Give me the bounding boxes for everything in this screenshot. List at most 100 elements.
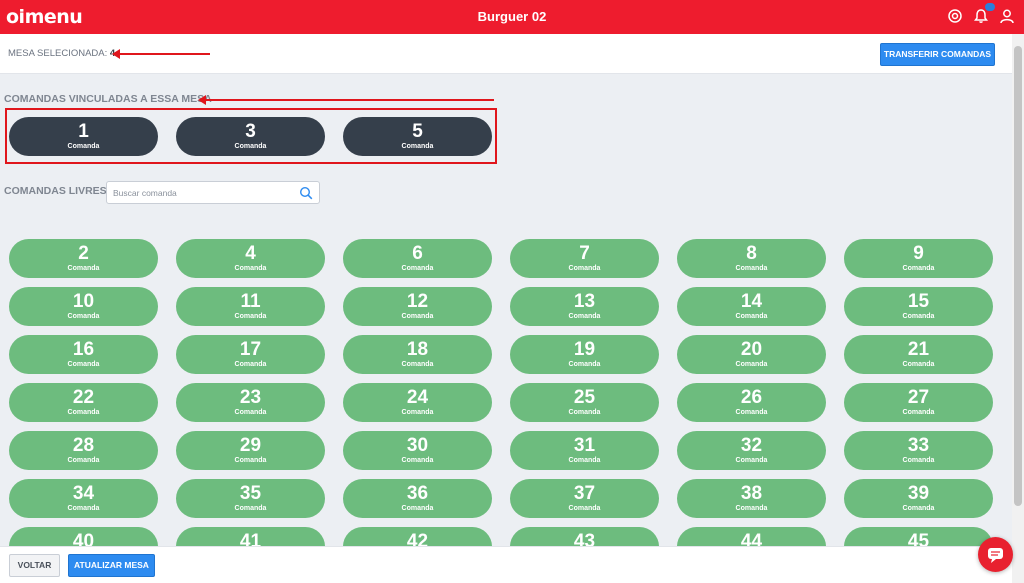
annotation-arrow-linked	[198, 95, 494, 105]
comanda-label: Comanda	[401, 313, 434, 320]
free-comanda-4[interactable]: 4 Comanda	[176, 239, 325, 278]
search-icon[interactable]	[299, 186, 313, 200]
comanda-number: 19	[573, 339, 596, 360]
comanda-number: 30	[406, 435, 429, 456]
free-comanda-37[interactable]: 37 Comanda	[510, 479, 659, 518]
free-comanda-14[interactable]: 14 Comanda	[677, 287, 826, 326]
comanda-number: 14	[740, 291, 763, 312]
free-comanda-24[interactable]: 24 Comanda	[343, 383, 492, 422]
transfer-comandas-button[interactable]: TRANSFERIR COMANDAS	[880, 43, 995, 66]
free-comanda-21[interactable]: 21 Comanda	[844, 335, 993, 374]
free-comanda-39[interactable]: 39 Comanda	[844, 479, 993, 518]
free-comanda-30[interactable]: 30 Comanda	[343, 431, 492, 470]
comanda-label: Comanda	[234, 143, 267, 150]
search-comanda-input[interactable]	[113, 186, 293, 200]
restaurant-title: Burguer 02	[477, 9, 547, 24]
linked-comanda-3[interactable]: 3 Comanda	[176, 117, 325, 156]
comanda-label: Comanda	[902, 313, 935, 320]
free-comanda-33[interactable]: 33 Comanda	[844, 431, 993, 470]
free-comanda-20[interactable]: 20 Comanda	[677, 335, 826, 374]
linked-comanda-1[interactable]: 1 Comanda	[9, 117, 158, 156]
free-comanda-25[interactable]: 25 Comanda	[510, 383, 659, 422]
comanda-label: Comanda	[67, 265, 100, 272]
free-comanda-6[interactable]: 6 Comanda	[343, 239, 492, 278]
comanda-number: 37	[573, 483, 596, 504]
comanda-label: Comanda	[67, 457, 100, 464]
free-comanda-8[interactable]: 8 Comanda	[677, 239, 826, 278]
free-comanda-44[interactable]: 44Comanda	[677, 527, 826, 546]
free-comanda-27[interactable]: 27 Comanda	[844, 383, 993, 422]
free-comanda-40[interactable]: 40Comanda	[9, 527, 158, 546]
free-comanda-10[interactable]: 10 Comanda	[9, 287, 158, 326]
comanda-number: 40	[72, 531, 95, 547]
comanda-number: 32	[740, 435, 763, 456]
comanda-number: 34	[72, 483, 95, 504]
comanda-label: Comanda	[735, 457, 768, 464]
free-comanda-36[interactable]: 36 Comanda	[343, 479, 492, 518]
free-comanda-42[interactable]: 42Comanda	[343, 527, 492, 546]
free-comanda-18[interactable]: 18 Comanda	[343, 335, 492, 374]
comanda-number: 23	[239, 387, 262, 408]
free-comanda-29[interactable]: 29 Comanda	[176, 431, 325, 470]
annotation-arrow-selected	[112, 49, 210, 59]
free-comanda-11[interactable]: 11 Comanda	[176, 287, 325, 326]
back-button[interactable]: VOLTAR	[9, 554, 60, 577]
comanda-number: 10	[72, 291, 95, 312]
top-icons	[946, 3, 1016, 25]
free-comanda-19[interactable]: 19 Comanda	[510, 335, 659, 374]
comanda-number: 45	[907, 531, 930, 547]
comanda-label: Comanda	[902, 505, 935, 512]
comanda-number: 18	[406, 339, 429, 360]
free-comanda-28[interactable]: 28 Comanda	[9, 431, 158, 470]
comanda-number: 44	[740, 531, 763, 547]
comanda-number: 7	[579, 243, 590, 264]
comanda-number: 39	[907, 483, 930, 504]
scrollbar-thumb[interactable]	[1014, 46, 1022, 506]
free-comanda-17[interactable]: 17 Comanda	[176, 335, 325, 374]
page-scrollbar[interactable]	[1012, 34, 1024, 583]
free-comanda-7[interactable]: 7 Comanda	[510, 239, 659, 278]
chat-button[interactable]	[978, 537, 1013, 572]
free-comanda-22[interactable]: 22 Comanda	[9, 383, 158, 422]
free-comanda-32[interactable]: 32 Comanda	[677, 431, 826, 470]
notification-bell-icon[interactable]	[972, 3, 995, 25]
comanda-label: Comanda	[735, 505, 768, 512]
free-comanda-41[interactable]: 41Comanda	[176, 527, 325, 546]
user-icon[interactable]	[998, 7, 1016, 25]
free-comanda-13[interactable]: 13 Comanda	[510, 287, 659, 326]
free-comanda-34[interactable]: 34 Comanda	[9, 479, 158, 518]
free-comanda-2[interactable]: 2 Comanda	[9, 239, 158, 278]
comanda-number: 20	[740, 339, 763, 360]
comanda-number: 11	[240, 291, 261, 312]
comanda-number: 17	[239, 339, 262, 360]
free-comanda-31[interactable]: 31 Comanda	[510, 431, 659, 470]
free-comanda-23[interactable]: 23 Comanda	[176, 383, 325, 422]
comanda-label: Comanda	[401, 457, 434, 464]
comanda-label: Comanda	[67, 143, 100, 150]
update-table-button[interactable]: ATUALIZAR MESA	[68, 554, 155, 577]
free-comanda-38[interactable]: 38 Comanda	[677, 479, 826, 518]
comanda-number: 15	[907, 291, 930, 312]
comanda-number: 13	[573, 291, 596, 312]
free-comanda-45[interactable]: 45Comanda	[844, 527, 993, 546]
comanda-number: 33	[907, 435, 930, 456]
search-box	[106, 181, 320, 204]
free-comanda-35[interactable]: 35 Comanda	[176, 479, 325, 518]
linked-comanda-5[interactable]: 5 Comanda	[343, 117, 492, 156]
free-comanda-16[interactable]: 16 Comanda	[9, 335, 158, 374]
free-comanda-15[interactable]: 15 Comanda	[844, 287, 993, 326]
support-icon[interactable]	[946, 7, 964, 25]
free-comanda-26[interactable]: 26 Comanda	[677, 383, 826, 422]
comanda-label: Comanda	[234, 505, 267, 512]
comanda-number: 6	[412, 243, 423, 264]
comanda-label: Comanda	[735, 313, 768, 320]
comanda-number: 8	[746, 243, 757, 264]
comanda-label: Comanda	[902, 457, 935, 464]
comanda-label: Comanda	[401, 265, 434, 272]
footer-bar: VOLTAR ATUALIZAR MESA	[0, 546, 1012, 583]
comanda-label: Comanda	[234, 361, 267, 368]
free-comanda-12[interactable]: 12 Comanda	[343, 287, 492, 326]
free-comanda-9[interactable]: 9 Comanda	[844, 239, 993, 278]
free-comanda-43[interactable]: 43Comanda	[510, 527, 659, 546]
comanda-label: Comanda	[234, 313, 267, 320]
